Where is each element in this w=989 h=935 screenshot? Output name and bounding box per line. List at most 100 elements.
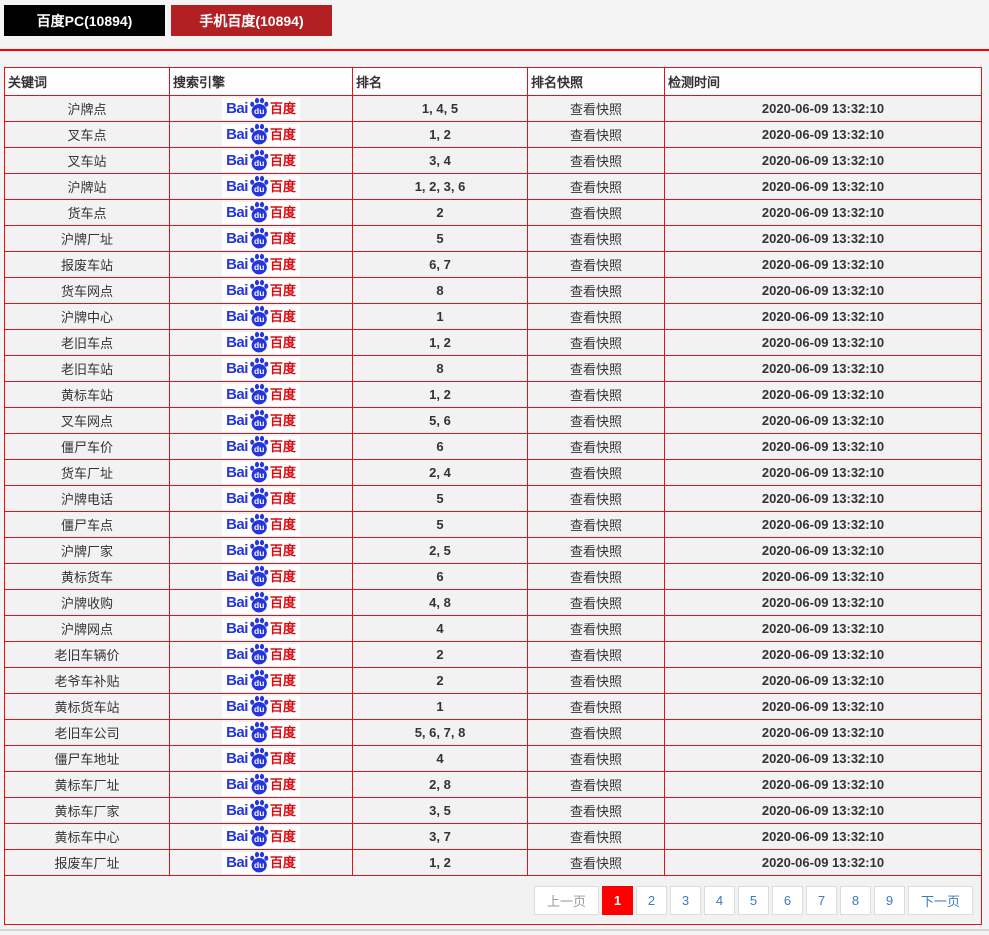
engine-cell: Bai du 百度 xyxy=(169,225,353,252)
baidu-logo: Bai du 百度 xyxy=(222,773,300,796)
baidu-logo-bai-text: Bai xyxy=(226,151,248,169)
snapshot-link[interactable]: 查看快照 xyxy=(527,823,665,850)
detect-time-cell: 2020-06-09 13:32:10 xyxy=(664,797,982,824)
pagination-page-3[interactable]: 3 xyxy=(669,885,701,915)
snapshot-link[interactable]: 查看快照 xyxy=(527,329,665,356)
baidu-logo-bai-text: Bai xyxy=(226,489,248,507)
pagination-prev[interactable]: 上一页 xyxy=(533,885,599,915)
snapshot-link[interactable]: 查看快照 xyxy=(527,615,665,642)
baidu-logo-cn-text: 百度 xyxy=(269,802,296,818)
pagination-page-8[interactable]: 8 xyxy=(839,885,871,915)
detect-time-cell: 2020-06-09 13:32:10 xyxy=(664,719,982,746)
baidu-logo-du-text: du xyxy=(254,210,264,220)
table-row: 报废车厂址 Bai du 百度 1, 2 查看快照 2020-06-09 13:… xyxy=(4,849,982,876)
keyword-cell: 老旧车站 xyxy=(4,355,170,382)
pagination-page-1[interactable]: 1 xyxy=(601,885,633,915)
baidu-logo-du-text: du xyxy=(254,600,264,610)
table-row: 货车厂址 Bai du 百度 2, 4 查看快照 2020-06-09 13:3… xyxy=(4,459,982,486)
snapshot-link[interactable]: 查看快照 xyxy=(527,381,665,408)
snapshot-link[interactable]: 查看快照 xyxy=(527,849,665,876)
snapshot-link[interactable]: 查看快照 xyxy=(527,225,665,252)
snapshot-link[interactable]: 查看快照 xyxy=(527,95,665,122)
engine-cell: Bai du 百度 xyxy=(169,173,353,200)
snapshot-link[interactable]: 查看快照 xyxy=(527,277,665,304)
snapshot-link[interactable]: 查看快照 xyxy=(527,641,665,668)
snapshot-link[interactable]: 查看快照 xyxy=(527,407,665,434)
snapshot-link[interactable]: 查看快照 xyxy=(527,511,665,538)
engine-cell: Bai du 百度 xyxy=(169,641,353,668)
engine-cell: Bai du 百度 xyxy=(169,771,353,798)
tab-baidu-mobile[interactable]: 手机百度(10894) xyxy=(171,5,332,36)
engine-cell: Bai du 百度 xyxy=(169,563,353,590)
baidu-logo: Bai du 百度 xyxy=(222,643,300,666)
baidu-logo-bai-text: Bai xyxy=(226,853,248,871)
baidu-logo-cn-text: 百度 xyxy=(269,230,296,246)
pagination-page-7[interactable]: 7 xyxy=(805,885,837,915)
snapshot-link[interactable]: 查看快照 xyxy=(527,121,665,148)
baidu-logo-bai-text: Bai xyxy=(226,723,248,741)
baidu-logo: Bai du 百度 xyxy=(222,513,300,536)
pagination-page-6[interactable]: 6 xyxy=(771,885,803,915)
pagination-page-4[interactable]: 4 xyxy=(703,885,735,915)
snapshot-link[interactable]: 查看快照 xyxy=(527,745,665,772)
snapshot-link[interactable]: 查看快照 xyxy=(527,303,665,330)
baidu-logo-bai-text: Bai xyxy=(226,515,248,533)
rank-cell: 8 xyxy=(352,355,528,382)
snapshot-link[interactable]: 查看快照 xyxy=(527,693,665,720)
baidu-logo: Bai du 百度 xyxy=(222,617,300,640)
keyword-cell: 货车点 xyxy=(4,199,170,226)
snapshot-link[interactable]: 查看快照 xyxy=(527,563,665,590)
detect-time-cell: 2020-06-09 13:32:10 xyxy=(664,95,982,122)
rank-cell: 5, 6, 7, 8 xyxy=(352,719,528,746)
pagination-page-5[interactable]: 5 xyxy=(737,885,769,915)
pagination: 上一页 123456789 下一页 xyxy=(6,885,973,915)
snapshot-link[interactable]: 查看快照 xyxy=(527,173,665,200)
keyword-cell: 叉车网点 xyxy=(4,407,170,434)
rank-cell: 4, 8 xyxy=(352,589,528,616)
baidu-logo-cn-text: 百度 xyxy=(269,126,296,142)
baidu-logo-du-text: du xyxy=(254,262,264,272)
snapshot-link[interactable]: 查看快照 xyxy=(527,485,665,512)
baidu-logo-cn-text: 百度 xyxy=(269,178,296,194)
pagination-row: 上一页 123456789 下一页 xyxy=(4,875,982,925)
snapshot-link[interactable]: 查看快照 xyxy=(527,771,665,798)
snapshot-link[interactable]: 查看快照 xyxy=(527,199,665,226)
detect-time-cell: 2020-06-09 13:32:10 xyxy=(664,277,982,304)
baidu-logo-du-text: du xyxy=(254,756,264,766)
baidu-logo: Bai du 百度 xyxy=(222,435,300,458)
baidu-logo: Bai du 百度 xyxy=(222,123,300,146)
baidu-paw-icon: du xyxy=(250,539,269,560)
snapshot-link[interactable]: 查看快照 xyxy=(527,433,665,460)
snapshot-link[interactable]: 查看快照 xyxy=(527,251,665,278)
baidu-logo-du-text: du xyxy=(254,132,264,142)
keyword-cell: 僵尸车点 xyxy=(4,511,170,538)
baidu-logo-du-text: du xyxy=(254,834,264,844)
baidu-paw-icon: du xyxy=(250,383,269,404)
snapshot-link[interactable]: 查看快照 xyxy=(527,537,665,564)
snapshot-link[interactable]: 查看快照 xyxy=(527,589,665,616)
engine-cell: Bai du 百度 xyxy=(169,849,353,876)
detect-time-cell: 2020-06-09 13:32:10 xyxy=(664,121,982,148)
rank-cell: 1, 2, 3, 6 xyxy=(352,173,528,200)
baidu-paw-icon: du xyxy=(250,97,269,118)
baidu-paw-icon: du xyxy=(250,461,269,482)
keyword-cell: 沪牌电话 xyxy=(4,485,170,512)
snapshot-link[interactable]: 查看快照 xyxy=(527,797,665,824)
keyword-cell: 货车网点 xyxy=(4,277,170,304)
tab-baidu-pc[interactable]: 百度PC(10894) xyxy=(4,5,165,36)
baidu-logo-du-text: du xyxy=(254,184,264,194)
snapshot-link[interactable]: 查看快照 xyxy=(527,719,665,746)
pagination-page-9[interactable]: 9 xyxy=(873,885,905,915)
rank-cell: 8 xyxy=(352,277,528,304)
baidu-logo-bai-text: Bai xyxy=(226,697,248,715)
baidu-logo: Bai du 百度 xyxy=(222,565,300,588)
snapshot-link[interactable]: 查看快照 xyxy=(527,355,665,382)
pagination-page-2[interactable]: 2 xyxy=(635,885,667,915)
keyword-cell: 老爷车补贴 xyxy=(4,667,170,694)
baidu-logo-cn-text: 百度 xyxy=(269,490,296,506)
pagination-next[interactable]: 下一页 xyxy=(907,885,973,915)
snapshot-link[interactable]: 查看快照 xyxy=(527,667,665,694)
snapshot-link[interactable]: 查看快照 xyxy=(527,147,665,174)
baidu-paw-icon: du xyxy=(250,825,269,846)
snapshot-link[interactable]: 查看快照 xyxy=(527,459,665,486)
